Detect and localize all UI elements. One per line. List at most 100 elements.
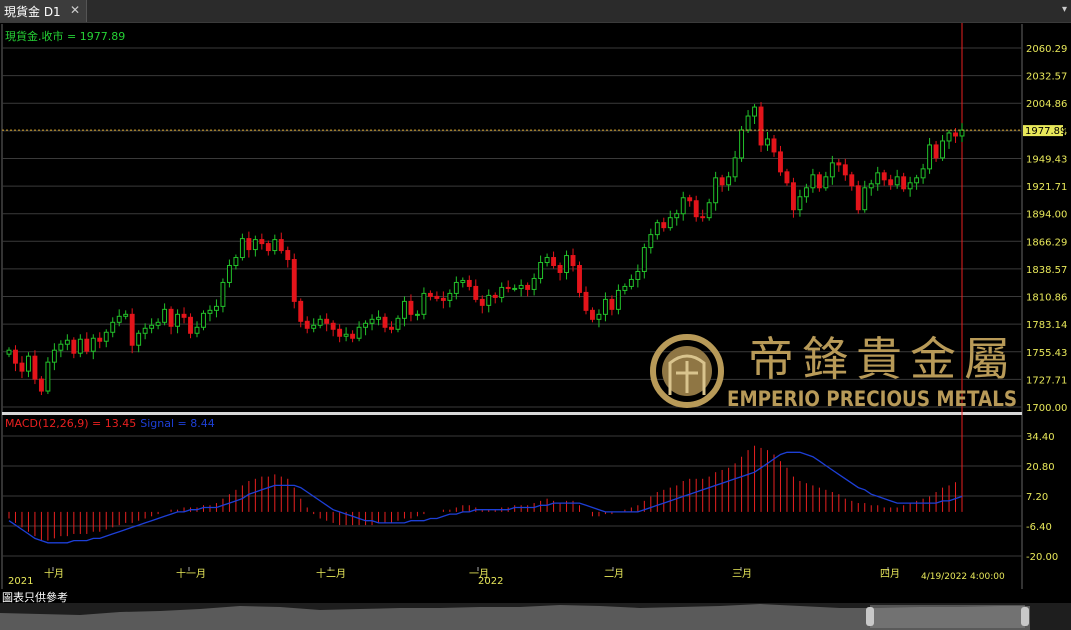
candle-body [849,174,855,187]
price-tick-label: 1866.29 [1026,237,1067,248]
candle-body [959,129,965,137]
x-last-timestamp: 4/19/2022 4:00:00 [921,572,1005,582]
candle-body [278,239,284,252]
candle-body [356,326,362,339]
price-tick-label: 1921.71 [1026,182,1067,193]
macd-tick-label: 7.20 [1026,492,1048,503]
candle-body [609,298,615,310]
candle-body [90,337,96,352]
candle-body [304,320,310,329]
candle-body [797,196,803,211]
candle-body [499,286,505,298]
candle-body [590,309,595,320]
price-panel-bottom-border [2,412,1022,415]
candle-body [97,337,103,342]
price-tick-label: 1949.43 [1026,154,1067,165]
candle-body [803,187,809,198]
macd-tick-label: -6.40 [1026,522,1052,533]
x-year-2021: 2021 [8,576,33,587]
candle-body [110,321,116,333]
candle-body [265,243,271,252]
candle-body [531,277,537,290]
candle-body [479,298,485,306]
candle-body [771,138,777,153]
candle-body [557,265,563,273]
candle-body [129,313,135,346]
chart-tab[interactable]: 現貨金 D1 ✕ [0,0,87,22]
candle-body [181,313,187,318]
candle-body [414,313,420,316]
candle-body [369,318,375,324]
candle-body [525,284,531,290]
scrollbar-window[interactable] [870,605,1025,628]
price-tick-label: 1810.86 [1026,293,1067,304]
x-month-feb: 二月 [604,568,624,580]
candle-body [175,313,181,327]
candle-body [881,172,887,181]
candle-body [940,140,945,159]
candle-body [162,308,168,323]
candle-body [317,318,323,326]
price-tick-label: 2004.86 [1026,99,1067,110]
candle-body [927,144,933,170]
candle-body [752,106,757,117]
macd-panel-label: MACD(12,26,9) = 13.45 Signal = 8.44 [5,417,215,430]
chart-area[interactable]: 2060.292032.572004.861977.141949.431921.… [0,23,1071,590]
candle-body [894,176,900,186]
candle-body [829,162,835,178]
candle-body [842,164,848,176]
close-icon[interactable]: ✕ [70,3,80,17]
scrollbar-left-handle[interactable] [866,607,874,626]
dropdown-arrow-icon[interactable]: ▾ [1062,4,1067,15]
x-month-nov: 十一月 [176,567,206,580]
candle-body [765,138,770,146]
current-price-tag-label: 1977.89 [1025,126,1066,137]
candle-body [168,308,174,327]
candle-body [648,234,654,249]
candle-body [440,297,446,301]
candle-body [635,270,641,280]
candle-body [538,262,544,279]
candle-body [38,378,44,392]
timeline-scrollbar[interactable] [0,603,1071,630]
candle-body [868,183,874,189]
x-month-apr: 四月 [880,568,900,580]
candle-body [252,239,258,251]
candle-body [680,197,686,215]
candle-body [875,172,881,185]
candle-body [226,265,232,283]
candle-body [790,182,796,211]
x-month-dec: 十二月 [316,567,346,580]
candle-body [700,216,706,219]
candle-body [350,333,356,339]
candle-body [291,259,297,302]
candle-body [505,286,511,289]
candle-body [512,287,518,290]
candle-body [116,315,122,323]
candle-body [823,176,829,189]
candle-body [26,355,31,372]
candle-body [382,316,388,328]
candle-body [577,265,582,293]
candle-body [674,213,680,219]
scrollbar-right-handle[interactable] [1021,607,1029,626]
price-tick-label: 1894.00 [1026,210,1067,221]
candle-body [564,255,569,273]
candle-body [142,327,148,334]
candle-body [421,292,427,315]
candle-body [64,339,70,345]
candle-body [453,281,459,294]
candle-body [946,132,952,142]
candle-body [188,316,193,334]
candle-body [713,177,719,204]
macd-tick-label: -20.00 [1026,552,1058,563]
candle-body [551,257,557,267]
candle-body [6,349,12,355]
candle-body [570,255,576,267]
watermark-english: EMPERIO PRECIOUS METALS [727,387,1017,411]
candle-body [758,106,764,146]
candle-body [693,200,699,218]
candle-body [661,222,667,229]
price-panel-label: 現貨金.收市 = 1977.89 [5,29,125,43]
candle-body [45,361,51,392]
